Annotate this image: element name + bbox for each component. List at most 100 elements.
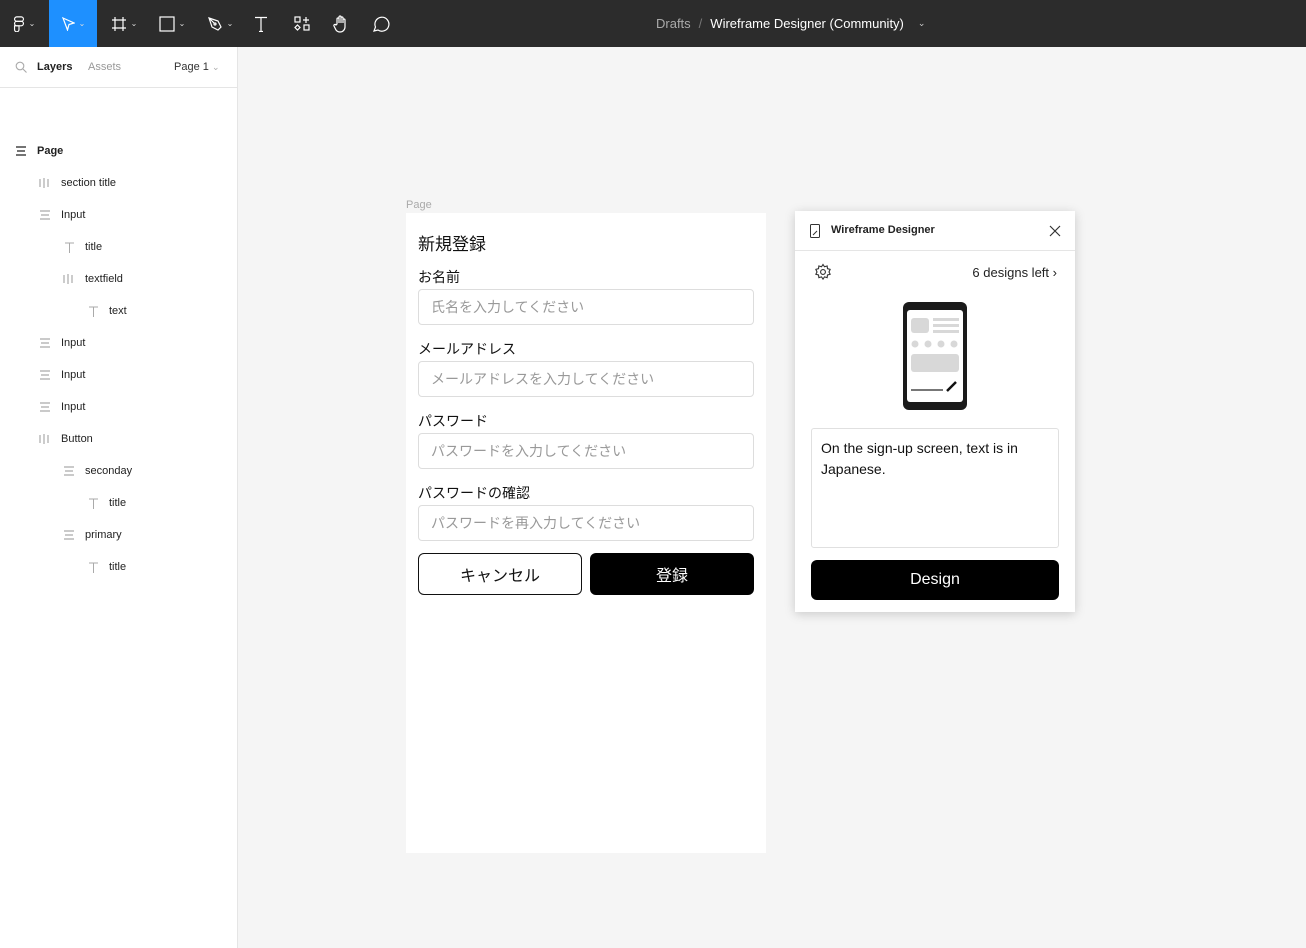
rectangle-icon bbox=[159, 15, 175, 32]
plugin-title: Wireframe Designer bbox=[831, 224, 935, 236]
search-icon[interactable] bbox=[15, 61, 27, 73]
chevron-right-icon: › bbox=[1052, 265, 1057, 280]
plugin-icon bbox=[810, 224, 820, 238]
layer-label: section title bbox=[61, 177, 117, 189]
submit-button[interactable]: 登録 bbox=[590, 553, 754, 595]
comment-icon bbox=[373, 16, 390, 32]
text-input[interactable]: パスワードを入力してください bbox=[418, 433, 754, 469]
layer-item[interactable]: Page bbox=[0, 143, 237, 159]
layer-label: seconday bbox=[85, 465, 133, 477]
chevron-down-icon: ⌄ bbox=[178, 19, 186, 28]
breadcrumb: Drafts / Wireframe Designer (Community) … bbox=[656, 0, 925, 47]
layer-item[interactable]: title bbox=[0, 495, 237, 511]
hand-icon bbox=[333, 14, 346, 33]
resources-icon bbox=[294, 15, 310, 31]
field-label: お名前 bbox=[418, 269, 460, 285]
figma-logo-icon bbox=[13, 15, 24, 32]
layer-label: Input bbox=[61, 209, 86, 221]
layer-item[interactable]: Input bbox=[0, 399, 237, 415]
text-input[interactable]: メールアドレスを入力してください bbox=[418, 361, 754, 397]
cursor-icon bbox=[61, 16, 75, 31]
layer-label: textfield bbox=[85, 273, 123, 285]
auto-layout-vertical-icon bbox=[62, 464, 76, 478]
design-button[interactable]: Design bbox=[811, 560, 1059, 600]
chevron-down-icon: ⌄ bbox=[211, 62, 220, 72]
designs-left: 6 designs left bbox=[972, 265, 1050, 280]
plugin-header: Wireframe Designer bbox=[795, 211, 1075, 251]
main-menu-button[interactable]: ⌄ bbox=[0, 0, 48, 47]
shape-tool[interactable]: ⌄ bbox=[152, 0, 192, 47]
layer-label: title bbox=[85, 241, 103, 253]
auto-layout-horizontal-icon bbox=[62, 272, 76, 286]
text-icon bbox=[255, 16, 267, 32]
layer-label: Button bbox=[61, 433, 93, 445]
frame-label[interactable]: Page bbox=[406, 199, 432, 211]
breadcrumb-folder[interactable]: Drafts bbox=[656, 16, 691, 31]
designs-left-link[interactable]: 6 designs left › bbox=[972, 265, 1057, 280]
page-select[interactable]: Page 1 ⌄ bbox=[174, 61, 219, 73]
pen-tool[interactable]: ⌄ bbox=[200, 0, 240, 47]
auto-layout-vertical-icon bbox=[38, 368, 52, 382]
auto-layout-vertical-icon bbox=[14, 144, 28, 158]
prompt-textarea[interactable]: On the sign-up screen, text is in Japane… bbox=[811, 428, 1059, 548]
layer-item[interactable]: text bbox=[0, 303, 237, 319]
layer-label: primary bbox=[85, 529, 122, 541]
layer-label: title bbox=[109, 497, 127, 509]
plugin-window: Wireframe Designer 6 designs left › On t… bbox=[795, 211, 1075, 612]
layer-item[interactable]: Input bbox=[0, 335, 237, 351]
layer-item[interactable]: textfield bbox=[0, 271, 237, 287]
layer-item[interactable]: title bbox=[0, 559, 237, 575]
file-name[interactable]: Wireframe Designer (Community) bbox=[710, 16, 904, 31]
text-input[interactable]: パスワードを再入力してください bbox=[418, 505, 754, 541]
sidebar-header: Layers Assets Page 1 ⌄ bbox=[0, 47, 237, 88]
layer-label: Input bbox=[61, 337, 86, 349]
layer-label: Input bbox=[61, 401, 86, 413]
field-label: パスワードの確認 bbox=[418, 485, 530, 501]
resources-tool[interactable] bbox=[288, 0, 316, 47]
gear-icon[interactable] bbox=[814, 263, 832, 281]
auto-layout-vertical-icon bbox=[38, 336, 52, 350]
text-icon bbox=[86, 496, 100, 510]
design-frame[interactable]: 新規登録 お名前 氏名を入力してください メールアドレス メールアドレスを入力してくだ… bbox=[406, 213, 766, 853]
text-icon bbox=[86, 560, 100, 574]
auto-layout-vertical-icon bbox=[38, 400, 52, 414]
chevron-down-icon: ⌄ bbox=[130, 19, 138, 28]
field-label: パスワード bbox=[418, 413, 488, 429]
layers-panel: Layers Assets Page 1 ⌄ Page section title… bbox=[0, 47, 238, 948]
layer-item[interactable]: section title bbox=[0, 175, 237, 191]
text-icon bbox=[86, 304, 100, 318]
layer-item[interactable]: Input bbox=[0, 207, 237, 223]
toolbar: ⌄ ⌄ ⌄ ⌄ ⌄ Drafts / Wireframe Designer (C… bbox=[0, 0, 1306, 47]
chevron-down-icon: ⌄ bbox=[226, 19, 234, 28]
chevron-down-icon: ⌄ bbox=[78, 19, 86, 28]
auto-layout-horizontal-icon bbox=[38, 432, 52, 446]
layer-item[interactable]: Input bbox=[0, 367, 237, 383]
pen-icon bbox=[207, 16, 222, 31]
frame-icon bbox=[111, 16, 126, 31]
layer-label: Input bbox=[61, 369, 86, 381]
auto-layout-vertical-icon bbox=[38, 208, 52, 222]
page-select-label: Page 1 bbox=[174, 61, 209, 73]
form-title: 新規登録 bbox=[418, 235, 486, 254]
chevron-down-icon: ⌄ bbox=[28, 19, 36, 28]
tab-layers[interactable]: Layers bbox=[37, 61, 72, 73]
wireframe-illustration bbox=[903, 302, 967, 410]
layer-item[interactable]: seconday bbox=[0, 463, 237, 479]
close-icon[interactable] bbox=[1049, 225, 1061, 237]
auto-layout-horizontal-icon bbox=[38, 176, 52, 190]
move-tool[interactable]: ⌄ bbox=[49, 0, 97, 47]
layer-item[interactable]: title bbox=[0, 239, 237, 255]
text-icon bbox=[62, 240, 76, 254]
layer-item[interactable]: primary bbox=[0, 527, 237, 543]
comment-tool[interactable] bbox=[368, 0, 394, 47]
layer-item[interactable]: Button bbox=[0, 431, 237, 447]
frame-tool[interactable]: ⌄ bbox=[104, 0, 144, 47]
chevron-down-icon[interactable]: ⌄ bbox=[918, 18, 926, 29]
tab-assets[interactable]: Assets bbox=[88, 61, 121, 73]
text-input[interactable]: 氏名を入力してください bbox=[418, 289, 754, 325]
hand-tool[interactable] bbox=[328, 0, 354, 47]
layer-label: title bbox=[109, 561, 127, 573]
cancel-button[interactable]: キャンセル bbox=[418, 553, 582, 595]
text-tool[interactable] bbox=[248, 0, 274, 47]
auto-layout-vertical-icon bbox=[62, 528, 76, 542]
